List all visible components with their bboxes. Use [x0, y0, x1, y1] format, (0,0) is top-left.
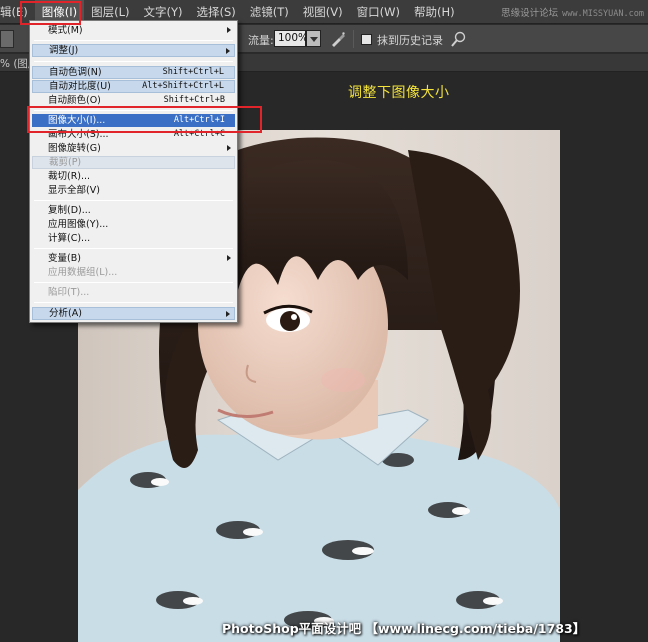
menu-item-label: 应用数据组(L)...	[48, 267, 118, 278]
submenu-arrow-icon	[227, 255, 231, 261]
footer-watermark: PhotoShop平面设计吧 【www.linecg.com/tieba/178…	[222, 621, 586, 636]
menu-item-trap: 陷印(T)...	[32, 286, 235, 299]
menu-item-label: 自动色调(N)	[49, 67, 102, 78]
menu-item-calculations[interactable]: 计算(C)...	[32, 232, 235, 245]
menu-item-label: 调整(J)	[49, 45, 79, 56]
menu-separator	[34, 61, 233, 62]
menu-item-variables[interactable]: 变量(B)	[32, 252, 235, 265]
menu-item-label: 图像旋转(G)	[48, 143, 101, 154]
menu-view[interactable]: 视图(V)	[296, 0, 350, 24]
menu-help[interactable]: 帮助(H)	[407, 0, 462, 24]
menu-item-label: 自动对比度(U)	[49, 81, 111, 92]
menu-item-label: 计算(C)...	[48, 233, 91, 244]
menu-item-label: 自动颜色(O)	[48, 95, 101, 106]
tutorial-caption: 调整下图像大小	[348, 85, 450, 101]
submenu-arrow-icon	[226, 311, 230, 317]
menu-separator	[34, 40, 233, 41]
menu-item-label: 显示全部(V)	[48, 185, 100, 196]
annotation-box-image-menu	[20, 1, 81, 25]
options-separator	[353, 30, 354, 48]
pressure-size-icon[interactable]	[450, 31, 466, 47]
watermark-text: 思缘设计论坛	[501, 8, 559, 19]
menu-separator	[34, 200, 233, 201]
menu-item-label: 裁切(R)...	[48, 171, 91, 182]
menu-item-label: 陷印(T)...	[48, 287, 90, 298]
menu-item-crop: 裁剪(P)	[32, 156, 235, 169]
menu-item-label: 应用图像(Y)...	[48, 219, 109, 230]
flow-label: 流量:	[248, 34, 274, 47]
submenu-arrow-icon	[227, 145, 231, 151]
menu-item-analysis[interactable]: 分析(A)	[32, 307, 235, 320]
menu-filter[interactable]: 滤镜(T)	[243, 0, 296, 24]
watermark-site: www.MISSYUAN.com	[562, 9, 644, 19]
shortcut-text: Alt+Shift+Ctrl+L	[142, 81, 224, 91]
menu-item-image-rotation[interactable]: 图像旋转(G)	[32, 142, 235, 155]
menu-item-label: 变量(B)	[48, 253, 81, 264]
menu-item-duplicate[interactable]: 复制(D)...	[32, 204, 235, 217]
flow-input[interactable]: 100%	[274, 30, 308, 47]
menu-item-apply-data-set: 应用数据组(L)...	[32, 266, 235, 279]
menu-item-label: 复制(D)...	[48, 205, 91, 216]
menu-separator	[34, 248, 233, 249]
menu-item-reveal-all[interactable]: 显示全部(V)	[32, 184, 235, 197]
image-menu-dropdown: 模式(M) 调整(J) 自动色调(N) Shift+Ctrl+L 自动对比度(U)…	[29, 20, 238, 323]
menu-separator	[34, 282, 233, 283]
brush-preset-icon[interactable]	[0, 30, 14, 48]
airbrush-icon[interactable]	[330, 31, 346, 47]
erase-history-label: 抹到历史记录	[377, 34, 443, 47]
menu-separator	[34, 302, 233, 303]
erase-history-checkbox[interactable]	[361, 34, 372, 45]
menu-item-adjustments[interactable]: 调整(J)	[32, 44, 235, 57]
menu-item-label: 分析(A)	[49, 308, 82, 319]
menu-window[interactable]: 窗口(W)	[350, 0, 407, 24]
submenu-arrow-icon	[226, 48, 230, 54]
watermark-top: 思缘设计论坛 www.MISSYUAN.com	[501, 5, 644, 19]
annotation-box-image-size	[27, 106, 262, 133]
menu-item-label: 裁剪(P)	[49, 157, 82, 168]
menu-item-label: 模式(M)	[48, 25, 83, 36]
menu-item-auto-tone[interactable]: 自动色调(N) Shift+Ctrl+L	[32, 66, 235, 79]
menu-item-auto-contrast[interactable]: 自动对比度(U) Alt+Shift+Ctrl+L	[32, 80, 235, 93]
shortcut-text: Shift+Ctrl+L	[162, 67, 224, 77]
menu-item-trim[interactable]: 裁切(R)...	[32, 170, 235, 183]
menu-item-apply-image[interactable]: 应用图像(Y)...	[32, 218, 235, 231]
submenu-arrow-icon	[227, 27, 231, 33]
flow-dropdown-button[interactable]	[306, 30, 321, 47]
menu-item-mode[interactable]: 模式(M)	[32, 24, 235, 37]
